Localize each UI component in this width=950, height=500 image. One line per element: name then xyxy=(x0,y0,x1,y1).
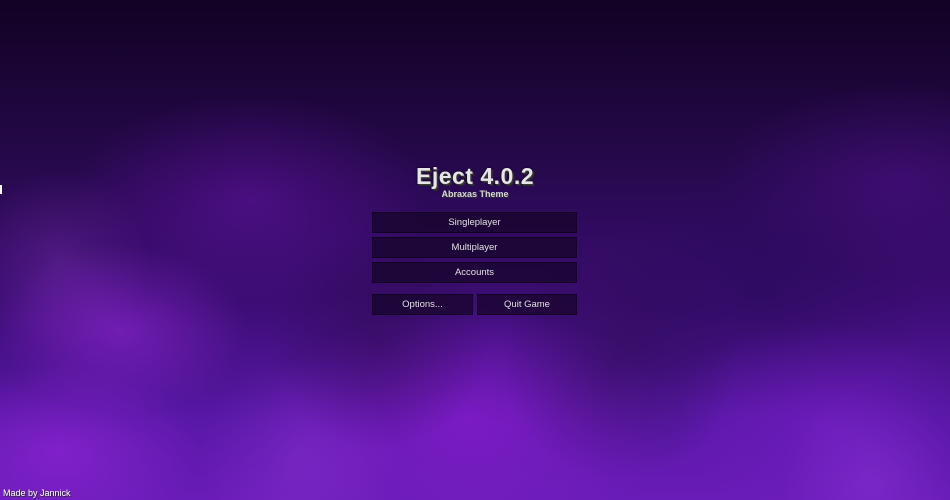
quit-game-button[interactable]: Quit Game xyxy=(477,294,577,315)
accounts-button[interactable]: Accounts xyxy=(372,262,577,283)
game-title: Eject 4.0.2 xyxy=(415,163,535,189)
multiplayer-button[interactable]: Multiplayer xyxy=(372,237,577,258)
singleplayer-button[interactable]: Singleplayer xyxy=(372,212,577,233)
options-button[interactable]: Options... xyxy=(372,294,473,315)
credit-text: Made by Jannick xyxy=(3,488,71,498)
theme-subtitle: Abraxas Theme xyxy=(441,189,509,199)
